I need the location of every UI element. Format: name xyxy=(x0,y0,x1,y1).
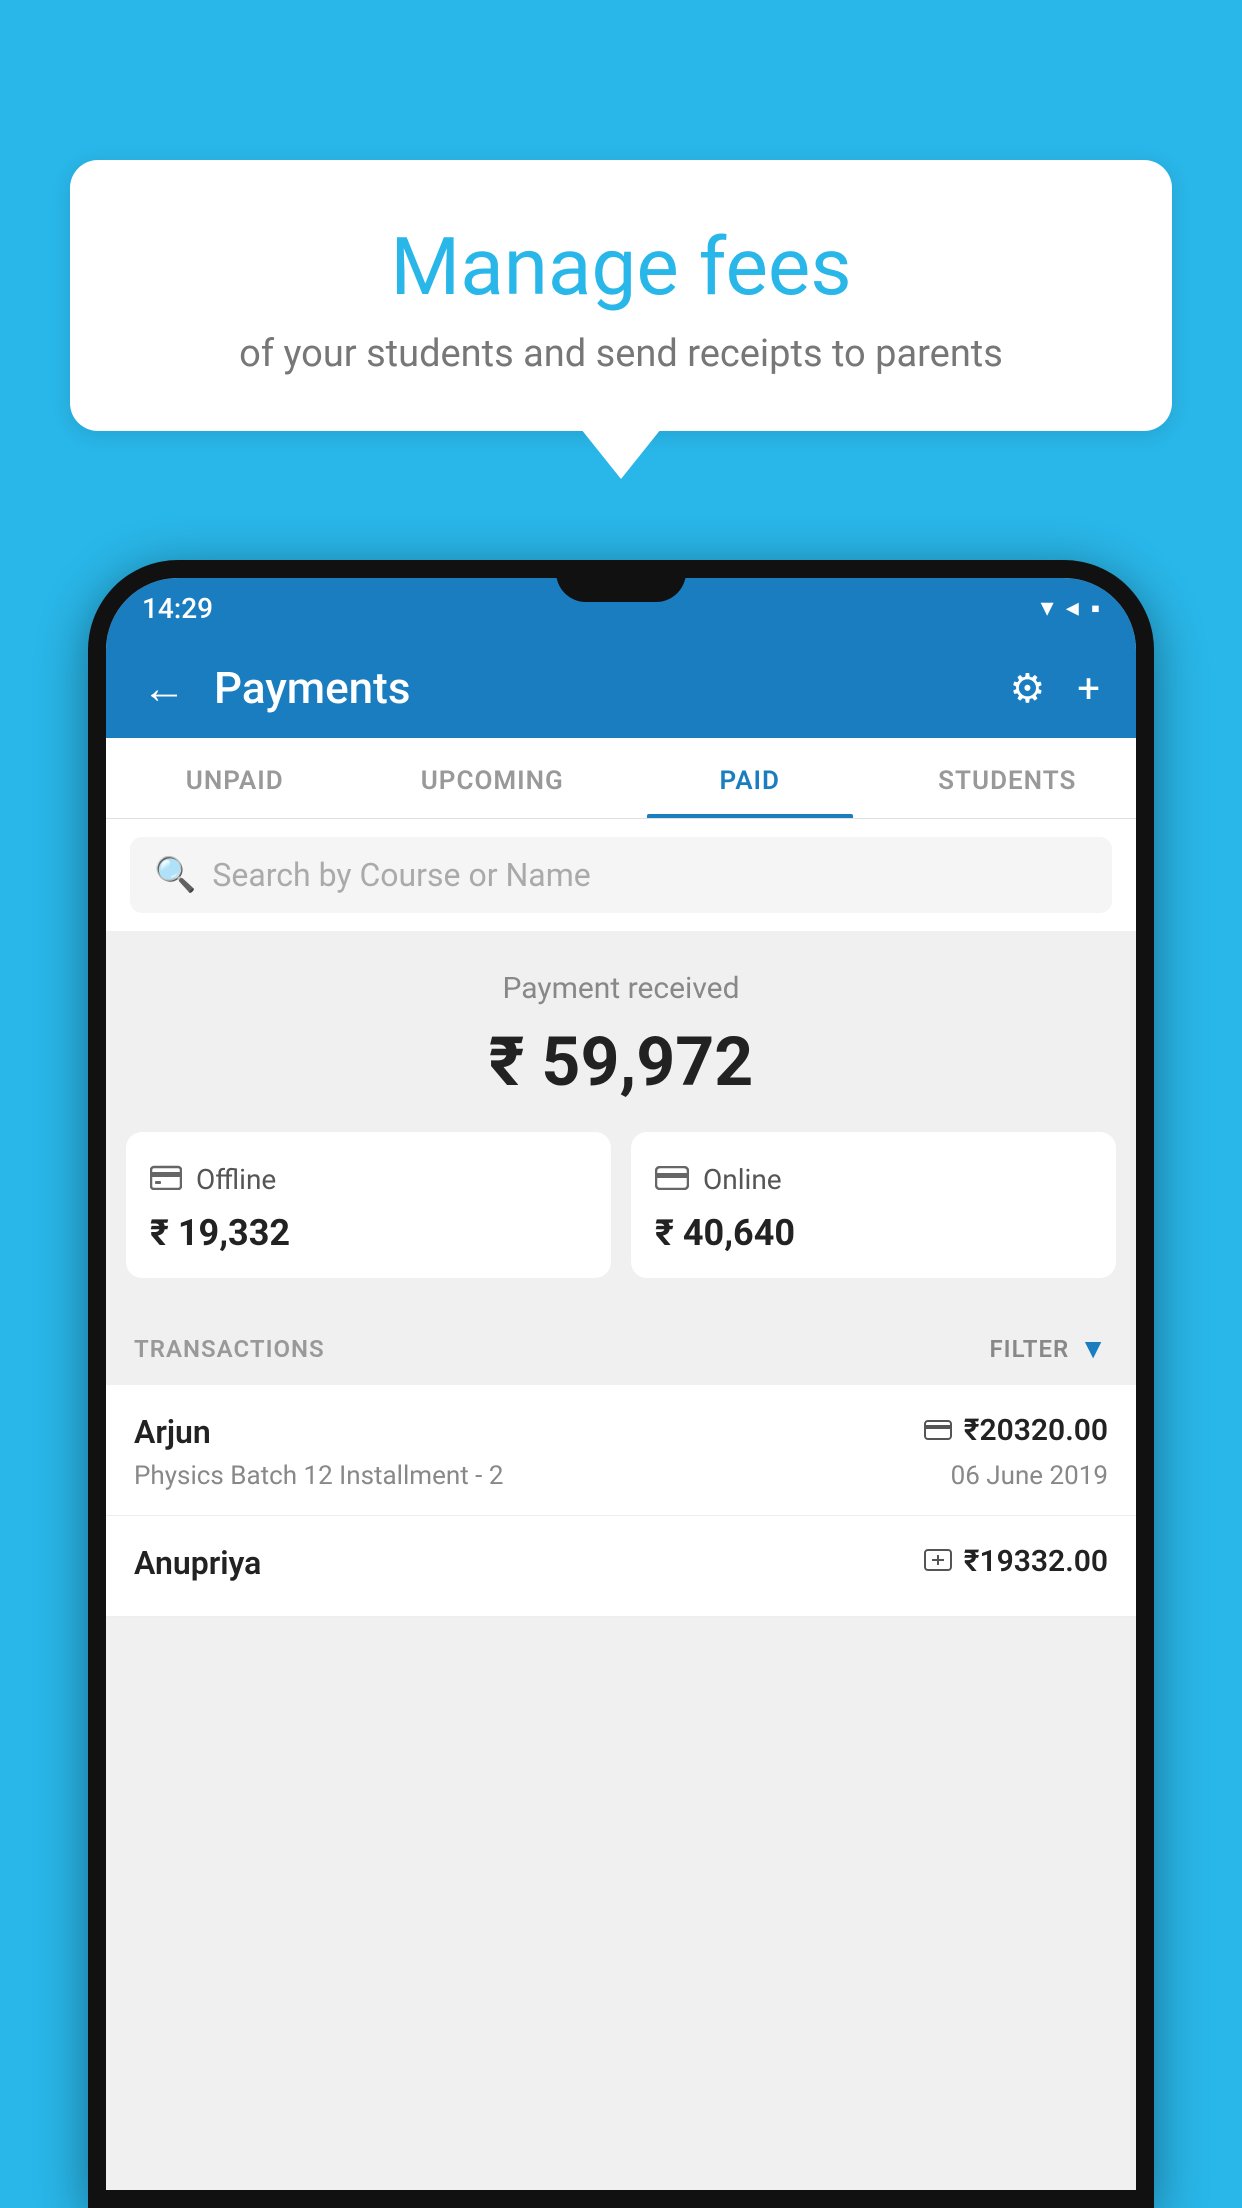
offline-amount: ₹ 19,332 xyxy=(150,1212,587,1254)
signal-icon: ◂ xyxy=(1066,593,1079,623)
payment-total-amount: ₹ 59,972 xyxy=(130,1022,1112,1102)
transaction-amount: ₹19332.00 xyxy=(964,1544,1108,1579)
online-label: Online xyxy=(703,1163,782,1196)
tab-students[interactable]: STUDENTS xyxy=(879,738,1137,818)
filter-label: FILTER xyxy=(989,1335,1069,1363)
offline-payment-icon xyxy=(924,1545,952,1578)
transactions-label: TRANSACTIONS xyxy=(134,1335,325,1363)
transaction-row-top: Arjun ₹20320.00 xyxy=(134,1413,1108,1451)
settings-button[interactable]: ⚙ xyxy=(1009,665,1045,712)
phone-screen: 14:29 ▾ ◂ ▪ ← Payments ⚙ + UNPAID UPCOMI… xyxy=(106,578,1136,2190)
phone-notch xyxy=(556,560,686,602)
transaction-course: Physics Batch 12 Installment - 2 xyxy=(134,1461,503,1491)
transactions-header: TRANSACTIONS FILTER ▼ xyxy=(106,1308,1136,1385)
app-bar: ← Payments ⚙ + xyxy=(106,638,1136,738)
speech-bubble: Manage fees of your students and send re… xyxy=(70,160,1172,431)
transaction-amount-wrap: ₹19332.00 xyxy=(924,1544,1108,1579)
table-row[interactable]: Arjun ₹20320.00 Physics xyxy=(106,1385,1136,1516)
offline-card-header: Offline xyxy=(150,1160,587,1198)
online-payment-icon xyxy=(924,1414,952,1447)
search-icon: 🔍 xyxy=(154,855,196,895)
online-card: Online ₹ 40,640 xyxy=(631,1132,1116,1278)
status-icons: ▾ ◂ ▪ xyxy=(1041,593,1100,624)
online-amount: ₹ 40,640 xyxy=(655,1212,1092,1254)
tab-paid[interactable]: PAID xyxy=(621,738,879,818)
wifi-icon: ▾ xyxy=(1041,593,1054,623)
transaction-amount-wrap: ₹20320.00 xyxy=(924,1413,1108,1448)
bubble-subtitle: of your students and send receipts to pa… xyxy=(120,332,1122,376)
search-input-wrap[interactable]: 🔍 Search by Course or Name xyxy=(130,837,1112,913)
search-bar-container[interactable]: 🔍 Search by Course or Name xyxy=(106,819,1136,931)
transaction-name: Anupriya xyxy=(134,1544,261,1582)
offline-label: Offline xyxy=(196,1163,276,1196)
transaction-name: Arjun xyxy=(134,1413,211,1451)
back-button[interactable]: ← xyxy=(142,662,186,714)
filter-icon: ▼ xyxy=(1079,1332,1108,1365)
payment-received-label: Payment received xyxy=(130,971,1112,1006)
transaction-list: Arjun ₹20320.00 Physics xyxy=(106,1385,1136,1617)
status-time: 14:29 xyxy=(142,592,213,625)
tab-unpaid[interactable]: UNPAID xyxy=(106,738,364,818)
tabs: UNPAID UPCOMING PAID STUDENTS xyxy=(106,738,1136,819)
content-area: 🔍 Search by Course or Name Payment recei… xyxy=(106,819,1136,2190)
filter-button[interactable]: FILTER ▼ xyxy=(989,1332,1108,1365)
payment-summary: Payment received ₹ 59,972 xyxy=(106,931,1136,1132)
transaction-row-top: Anupriya ₹19332.00 xyxy=(134,1544,1108,1582)
transaction-row-bottom: Physics Batch 12 Installment - 2 06 June… xyxy=(134,1461,1108,1491)
page-title: Payments xyxy=(214,662,1009,714)
tab-upcoming[interactable]: UPCOMING xyxy=(364,738,622,818)
search-placeholder: Search by Course or Name xyxy=(212,856,590,894)
bubble-title: Manage fees xyxy=(120,220,1122,314)
transaction-amount: ₹20320.00 xyxy=(964,1413,1108,1448)
battery-icon: ▪ xyxy=(1091,593,1100,624)
online-card-header: Online xyxy=(655,1160,1092,1198)
app-bar-actions: ⚙ + xyxy=(1009,665,1100,712)
online-icon xyxy=(655,1160,689,1198)
table-row[interactable]: Anupriya ₹19332.00 xyxy=(106,1516,1136,1617)
phone-mockup: 14:29 ▾ ◂ ▪ ← Payments ⚙ + UNPAID UPCOMI… xyxy=(88,560,1154,2208)
offline-card: Offline ₹ 19,332 xyxy=(126,1132,611,1278)
offline-icon xyxy=(150,1160,182,1198)
add-button[interactable]: + xyxy=(1077,665,1100,712)
transaction-date: 06 June 2019 xyxy=(951,1461,1108,1491)
payment-cards: Offline ₹ 19,332 Online ₹ 4 xyxy=(106,1132,1136,1308)
